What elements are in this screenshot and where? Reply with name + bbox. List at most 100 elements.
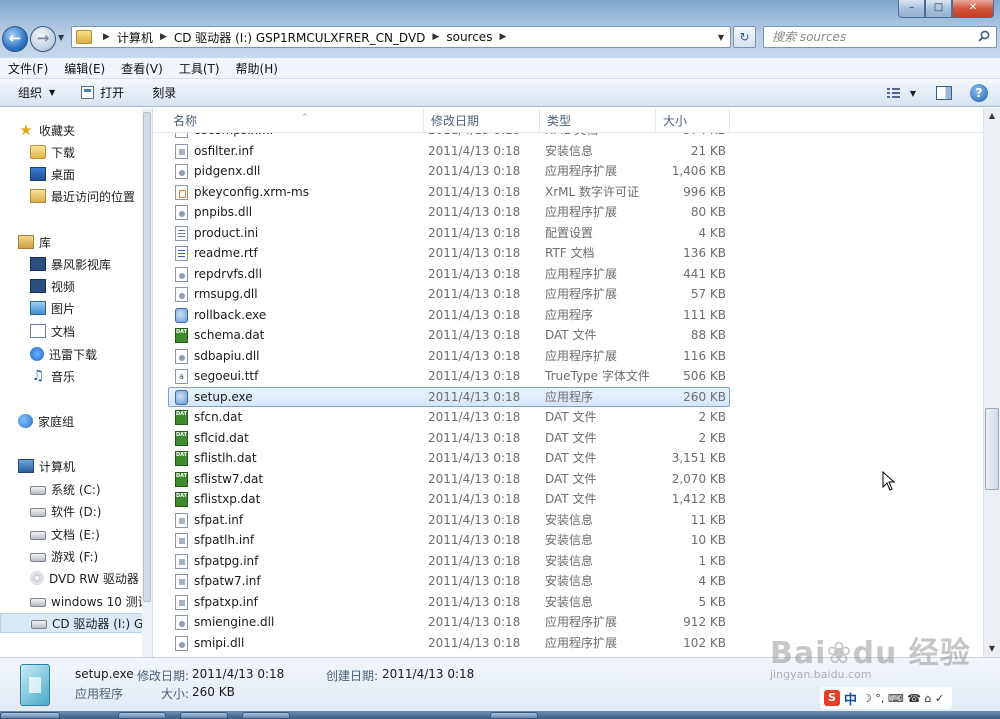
chevron-down-icon[interactable]: ▼ (910, 89, 916, 98)
column-header-type[interactable]: 类型 (540, 108, 656, 133)
nav-libraries[interactable]: 库 (0, 232, 143, 252)
table-row[interactable]: pnpibs.dll 2011/4/13 0:18 应用程序扩展 80 KB (154, 202, 1000, 223)
nav-drive-d[interactable]: 软件 (D:) (0, 501, 143, 521)
table-row[interactable]: DAT sflcid.dat 2011/4/13 0:18 DAT 文件 2 KB (154, 428, 1000, 449)
table-row[interactable]: DAT sfcn.dat 2011/4/13 0:18 DAT 文件 2 KB (154, 407, 1000, 428)
table-row[interactable]: pidgenx.dll 2011/4/13 0:18 应用程序扩展 1,406 KB (154, 161, 1000, 182)
taskbar-button[interactable] (490, 712, 538, 719)
table-row[interactable]: sdbapiu.dll 2011/4/13 0:18 应用程序扩展 116 KB (154, 346, 1000, 367)
nav-dvd-rw-drive[interactable]: DVD RW 驱动器 (0, 568, 143, 588)
preview-pane-icon[interactable] (936, 86, 952, 100)
close-button[interactable]: ✕ (952, 0, 994, 18)
table-row[interactable]: setup.exe 2011/4/13 0:18 应用程序 260 KB (154, 386, 1000, 408)
taskbar-button[interactable] (242, 712, 290, 719)
nav-drive-c[interactable]: 系统 (C:) (0, 479, 143, 499)
chevron-right-icon[interactable]: ▶ (160, 32, 167, 42)
file-name: smipi.dll (194, 635, 245, 650)
table-row[interactable]: readme.rtf 2011/4/13 0:18 RTF 文档 136 KB (154, 243, 1000, 264)
burn-button[interactable]: 刻录 (134, 84, 186, 101)
organize-button[interactable]: 组织 ▼ (0, 84, 65, 101)
nav-music[interactable]: ♫ 音乐 (0, 366, 143, 386)
help-icon[interactable]: ? (970, 84, 988, 102)
search-placeholder: 搜索 sources (772, 30, 847, 44)
table-row[interactable]: DAT schema.dat 2011/4/13 0:18 DAT 文件 88 KB (154, 325, 1000, 346)
table-row[interactable]: DAT sflistxp.dat 2011/4/13 0:18 DAT 文件 1,412… (154, 489, 1000, 510)
table-row[interactable]: repdrvfs.dll 2011/4/13 0:18 应用程序扩展 441 KB (154, 264, 1000, 285)
table-row[interactable]: DAT sflistlh.dat 2011/4/13 0:18 DAT 文件 3,151… (154, 448, 1000, 469)
nav-drive-f[interactable]: 游戏 (F:) (0, 546, 143, 566)
nav-thunder-downloads[interactable]: 迅雷下载 (0, 344, 143, 364)
table-row[interactable]: sfpatlh.inf 2011/4/13 0:18 安装信息 10 KB (154, 530, 1000, 551)
table-row[interactable]: a segoeui.ttf 2011/4/13 0:18 TrueType 字体文件 5… (154, 366, 1000, 387)
file-date: 2011/4/13 0:18 (428, 348, 521, 363)
column-header-date[interactable]: 修改日期 (424, 108, 540, 133)
column-header-size[interactable]: 大小 (656, 108, 730, 133)
table-row[interactable]: sfpatw7.inf 2011/4/13 0:18 安装信息 4 KB (154, 571, 1000, 592)
nav-pictures[interactable]: 图片 (0, 298, 143, 318)
nav-videos[interactable]: 视频 (0, 276, 143, 296)
chevron-right-icon[interactable]: ▶ (103, 32, 110, 42)
table-row[interactable]: sfpat.inf 2011/4/13 0:18 安装信息 11 KB (154, 510, 1000, 531)
search-icon[interactable] (978, 30, 990, 42)
nav-documents[interactable]: 文档 (0, 321, 143, 341)
breadcrumb-computer[interactable]: 计算机 (117, 29, 153, 46)
menu-edit[interactable]: 编辑(E) (56, 60, 113, 77)
file-type: DAT 文件 (545, 451, 597, 465)
table-row[interactable]: pkeyconfig.xrm-ms 2011/4/13 0:18 XrML 数字许可… (154, 182, 1000, 203)
table-row[interactable]: DAT sflistw7.dat 2011/4/13 0:18 DAT 文件 2,070… (154, 469, 1000, 490)
menu-help[interactable]: 帮助(H) (228, 60, 286, 77)
recent-pages-dropdown[interactable]: ▼ (58, 33, 64, 42)
menu-file[interactable]: 文件(F) (0, 60, 56, 77)
file-date: 2011/4/13 0:18 (428, 471, 521, 486)
table-row[interactable]: sfpatxp.inf 2011/4/13 0:18 安装信息 5 KB (154, 592, 1000, 613)
nav-drive-e[interactable]: 文档 (E:) (0, 524, 143, 544)
scroll-down-arrow-icon[interactable]: ▼ (984, 641, 1000, 657)
taskbar-button[interactable] (180, 712, 228, 719)
nav-desktop[interactable]: 桌面 (0, 164, 143, 184)
nav-recent-places[interactable]: 最近访问的位置 (0, 186, 143, 206)
menu-view[interactable]: 查看(V) (113, 60, 171, 77)
input-method-symbols[interactable]: ☽ °, ⌨ ☎ ⌂ ✓ (862, 692, 944, 705)
open-button[interactable]: 打开 (65, 84, 134, 101)
nav-favorites[interactable]: ★ 收藏夹 (0, 120, 143, 140)
chevron-right-icon[interactable]: ▶ (499, 32, 506, 42)
input-mode-chinese[interactable]: 中 (844, 689, 857, 708)
breadcrumb-sources[interactable]: sources (446, 30, 492, 44)
nav-storm-library[interactable]: 暴风影视库 (0, 254, 143, 274)
scrollbar-thumb[interactable] (143, 112, 151, 602)
maximize-button[interactable]: □ (925, 0, 952, 18)
chevron-right-icon[interactable]: ▶ (432, 32, 439, 42)
address-bar[interactable]: ▶ 计算机 ▶ CD 驱动器 (I:) GSP1RMCULXFRER_CN_DV… (71, 26, 731, 48)
table-row[interactable]: rmsupg.dll 2011/4/13 0:18 应用程序扩展 57 KB (154, 284, 1000, 305)
taskbar-button[interactable] (118, 712, 166, 719)
navigation-scrollbar[interactable] (142, 108, 152, 657)
refresh-button[interactable]: ↻ (733, 26, 756, 48)
nav-windows10-test[interactable]: windows 10 测试 (0, 591, 143, 611)
nav-computer[interactable]: 计算机 (0, 456, 143, 476)
table-row[interactable]: oscomps.xml2011/4/13 0:18XML 文档374 KB (154, 133, 1000, 141)
table-row[interactable]: rollback.exe 2011/4/13 0:18 应用程序 111 KB (154, 305, 1000, 326)
table-row[interactable]: osfilter.inf 2011/4/13 0:18 安装信息 21 KB (154, 141, 1000, 162)
back-button[interactable]: ← (2, 26, 28, 52)
scrollbar-thumb[interactable] (985, 408, 999, 490)
start-button[interactable] (0, 712, 60, 719)
view-options-icon[interactable] (886, 86, 906, 100)
table-row[interactable]: sfpatpg.inf 2011/4/13 0:18 安装信息 1 KB (154, 551, 1000, 572)
exe-file-icon (175, 307, 188, 323)
table-row[interactable]: product.ini 2011/4/13 0:18 配置设置 4 KB (154, 223, 1000, 244)
menu-tools[interactable]: 工具(T) (171, 60, 228, 77)
file-list-scrollbar[interactable]: ▲ ▼ (983, 108, 1000, 657)
sogou-logo-icon[interactable]: S (824, 690, 840, 706)
column-header-name[interactable]: 名称 ⌃ (166, 108, 424, 133)
file-size: 4 KB (698, 225, 726, 240)
breadcrumb-cd-drive[interactable]: CD 驱动器 (I:) GSP1RMCULXFRER_CN_DVD (174, 29, 426, 46)
minimize-button[interactable]: – (898, 0, 925, 18)
chevron-down-icon[interactable]: ▼ (718, 33, 724, 42)
nav-homegroup[interactable]: 家庭组 (0, 411, 143, 431)
search-input[interactable]: 搜索 sources (763, 26, 997, 48)
file-date: 2011/4/13 0:18 (428, 287, 521, 301)
nav-cd-drive[interactable]: CD 驱动器 (I:) G (0, 613, 143, 633)
scroll-up-arrow-icon[interactable]: ▲ (984, 108, 1000, 124)
forward-button[interactable]: → (30, 26, 56, 52)
nav-downloads[interactable]: 下载 (0, 142, 143, 162)
